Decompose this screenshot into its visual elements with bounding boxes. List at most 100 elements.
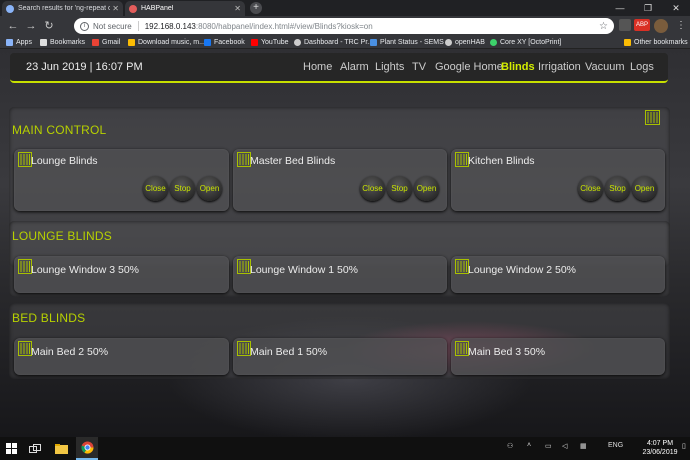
nav-link-home[interactable]: Home xyxy=(303,61,332,73)
tile-label: Main Bed 1 50% xyxy=(250,346,328,358)
stop-button[interactable]: Stop xyxy=(605,176,630,201)
browser-tab-habpanel[interactable]: HABPanel ✕ xyxy=(125,1,245,16)
nav-link-lights[interactable]: Lights xyxy=(375,61,404,73)
tile-kitchen-blinds: Kitchen Blinds Close Stop Open xyxy=(451,149,665,211)
globe-icon xyxy=(6,4,14,13)
network-icon[interactable]: ▭ xyxy=(545,442,552,450)
bookmark-octoprint[interactable]: Core XY [OctoPrint] xyxy=(490,37,561,48)
habpanel-navbar: 23 Jun 2019 | 16:07 PM Home Alarm Lights… xyxy=(10,53,668,83)
tile-label: Lounge Window 1 50% xyxy=(250,264,358,276)
youtube-icon xyxy=(251,39,258,46)
blinds-icon xyxy=(18,341,32,356)
chevron-up-icon[interactable]: ˄ xyxy=(527,442,531,449)
clock-date: 23/06/2019 xyxy=(642,449,678,456)
browser-toolbar: ← → ↻ i Not secure 192.168.0.143 :8080/h… xyxy=(0,16,690,36)
tile-main-bed-3[interactable]: Main Bed 3 50% xyxy=(451,338,665,375)
bookmark-dashboard[interactable]: Dashboard - TRC Pr... xyxy=(294,37,373,48)
nav-link-google-home[interactable]: Google Home xyxy=(435,61,503,73)
bookmark-label: Bookmarks xyxy=(50,39,86,46)
tile-lounge-window-3[interactable]: Lounge Window 3 50% xyxy=(14,256,229,293)
close-icon[interactable]: ✕ xyxy=(112,4,119,13)
star-icon xyxy=(40,39,47,46)
nav-link-vacuum[interactable]: Vacuum xyxy=(585,61,625,73)
tile-lounge-window-1[interactable]: Lounge Window 1 50% xyxy=(233,256,447,293)
bookmark-label: Apps xyxy=(16,39,32,46)
windows-taskbar: ⚇ ˄ ▭ ◁ ▦ ENG 4:07 PM 23/06/2019 ▯ xyxy=(0,437,690,460)
nav-link-irrigation[interactable]: Irrigation xyxy=(538,61,581,73)
bookmark-other[interactable]: Other bookmarks xyxy=(624,37,688,48)
notifications-icon[interactable]: ▯ xyxy=(682,442,686,450)
tile-master-bed-blinds: Master Bed Blinds Close Stop Open xyxy=(233,149,447,211)
tile-label: Master Bed Blinds xyxy=(250,155,336,167)
bookmark-label: Core XY [OctoPrint] xyxy=(500,39,562,46)
tile-main-bed-1[interactable]: Main Bed 1 50% xyxy=(233,338,447,375)
url-host: 192.168.0.143 xyxy=(144,21,196,31)
nav-link-blinds[interactable]: Blinds xyxy=(501,61,535,73)
habpanel-page: 23 Jun 2019 | 16:07 PM Home Alarm Lights… xyxy=(0,49,690,437)
tile-lounge-window-2[interactable]: Lounge Window 2 50% xyxy=(451,256,665,293)
speaker-icon[interactable]: ◁ xyxy=(562,442,567,450)
extension-icon[interactable] xyxy=(619,19,631,31)
file-explorer-icon[interactable] xyxy=(50,437,72,460)
tile-label: Main Bed 2 50% xyxy=(31,346,109,358)
star-icon[interactable]: ☆ xyxy=(599,21,608,32)
nav-link-tv[interactable]: TV xyxy=(412,61,426,73)
people-icon[interactable]: ⚇ xyxy=(507,442,513,450)
taskbar-clock[interactable]: 4:07 PM 23/06/2019 xyxy=(638,439,682,457)
blinds-icon xyxy=(18,259,32,274)
avatar[interactable] xyxy=(654,19,668,33)
bookmark-openhab[interactable]: openHAB xyxy=(445,37,485,48)
navbar-datetime: 23 Jun 2019 | 16:07 PM xyxy=(26,61,143,73)
forward-icon[interactable]: → xyxy=(24,19,38,33)
close-icon[interactable]: ✕ xyxy=(234,4,241,13)
tile-label: Lounge Blinds xyxy=(31,155,98,167)
bookmark-gmail[interactable]: Gmail xyxy=(92,37,120,48)
new-tab-button[interactable]: + xyxy=(250,2,262,14)
close-button[interactable]: Close xyxy=(143,176,168,201)
back-icon[interactable]: ← xyxy=(6,19,20,33)
folder-icon xyxy=(624,39,631,46)
blinds-icon[interactable] xyxy=(645,110,660,125)
adblock-icon[interactable]: ABP xyxy=(634,19,650,31)
bookmark-download-music[interactable]: Download music, m... xyxy=(128,37,205,48)
open-button[interactable]: Open xyxy=(414,176,439,201)
tile-main-bed-2[interactable]: Main Bed 2 50% xyxy=(14,338,229,375)
close-button[interactable]: Close xyxy=(578,176,603,201)
bookmark-label: Gmail xyxy=(102,39,121,46)
ime-icon[interactable]: ▦ xyxy=(580,442,587,450)
nav-link-alarm[interactable]: Alarm xyxy=(340,61,369,73)
bookmark-plant-status[interactable]: Plant Status - SEMS xyxy=(370,37,444,48)
minimize-icon[interactable]: — xyxy=(606,0,634,16)
bookmark-label: Other bookmarks xyxy=(634,39,688,46)
task-view-icon[interactable] xyxy=(24,437,46,460)
tab-title: Search results for 'ng-repeat ord xyxy=(18,5,111,12)
info-icon[interactable]: i xyxy=(80,21,89,31)
browser-tab-search[interactable]: Search results for 'ng-repeat ord ✕ xyxy=(2,1,123,16)
windows-start-icon[interactable] xyxy=(0,437,22,460)
blinds-icon xyxy=(18,152,32,167)
stop-button[interactable]: Stop xyxy=(170,176,195,201)
security-label: Not secure xyxy=(93,21,132,31)
bookmark-youtube[interactable]: YouTube xyxy=(251,37,289,48)
bookmark-apps[interactable]: Apps xyxy=(6,37,32,48)
close-window-icon[interactable]: ✕ xyxy=(662,0,690,16)
chrome-taskbar-icon[interactable] xyxy=(76,437,98,460)
stop-button[interactable]: Stop xyxy=(387,176,412,201)
nav-link-logs[interactable]: Logs xyxy=(630,61,654,73)
language-indicator[interactable]: ENG xyxy=(608,442,623,449)
bookmark-label: YouTube xyxy=(261,39,289,46)
close-button[interactable]: Close xyxy=(360,176,385,201)
reload-icon[interactable]: ↻ xyxy=(42,19,56,33)
habpanel-icon xyxy=(129,4,137,13)
gmail-icon xyxy=(92,39,99,46)
open-button[interactable]: Open xyxy=(197,176,222,201)
maximize-icon[interactable]: ❐ xyxy=(634,0,662,16)
divider xyxy=(137,21,139,31)
bookmark-facebook[interactable]: Facebook xyxy=(204,37,245,48)
globe-icon xyxy=(294,39,301,46)
address-bar[interactable]: i Not secure 192.168.0.143 :8080/habpane… xyxy=(74,18,614,34)
bookmark-bookmarks[interactable]: Bookmarks xyxy=(40,37,85,48)
blinds-icon xyxy=(455,341,469,356)
open-button[interactable]: Open xyxy=(632,176,657,201)
menu-icon[interactable]: ⋮ xyxy=(676,19,686,33)
